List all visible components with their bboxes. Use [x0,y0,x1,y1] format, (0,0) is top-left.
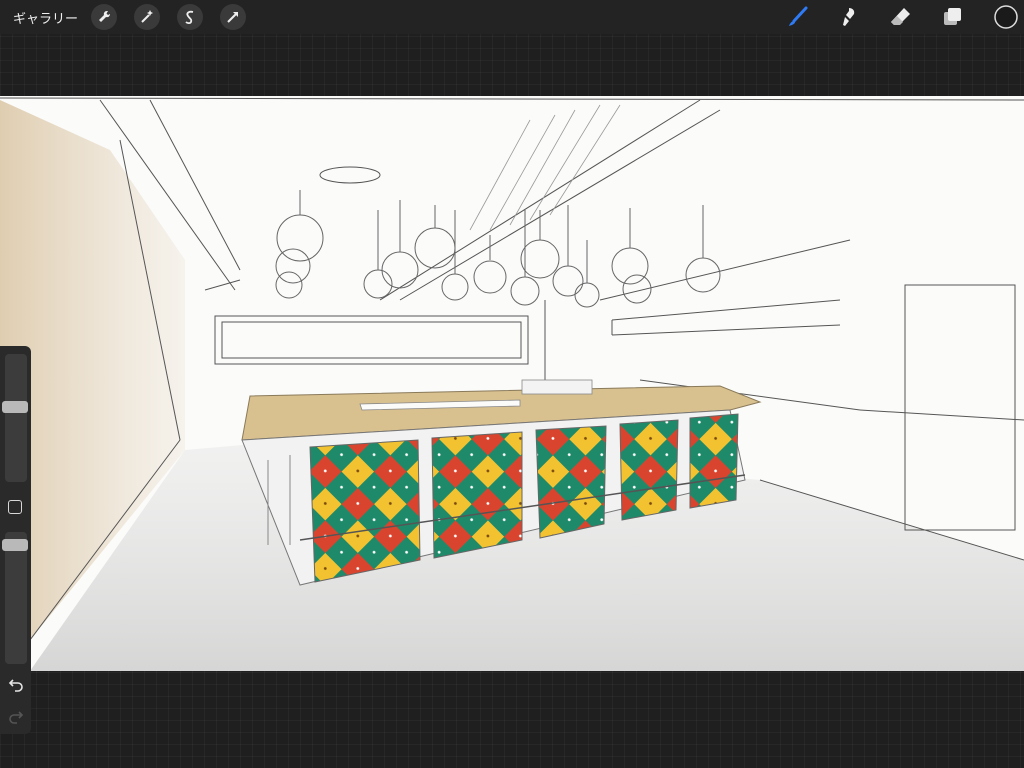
undo-icon [8,679,23,692]
top-toolbar: ギャラリー [0,0,1024,34]
tile-panel-2 [431,431,523,559]
wrench-icon[interactable] [91,4,117,30]
undo-button[interactable] [6,674,26,694]
magic-wand-icon[interactable] [134,4,160,30]
tile-panel-3 [535,425,607,539]
transform-arrow-icon[interactable] [220,4,246,30]
tile-panel-1 [309,439,421,583]
color-swatch[interactable] [992,3,1020,31]
redo-button[interactable] [6,706,26,726]
opacity-thumb[interactable] [2,539,28,551]
tile-panel-4 [619,419,679,521]
redo-icon [9,711,24,724]
drawing-canvas[interactable] [0,96,1024,671]
layers-icon[interactable] [940,4,966,30]
modify-button[interactable] [8,500,22,514]
gallery-button[interactable]: ギャラリー [13,8,78,27]
eraser-icon[interactable] [888,4,914,30]
selection-icon[interactable] [177,4,203,30]
brush-icon[interactable] [784,4,810,30]
ceiling-hatching [469,104,621,231]
left-sidebar [0,346,31,734]
opacity-slider[interactable] [5,532,27,664]
kitchen-sketch [0,97,1024,671]
brush-size-thumb[interactable] [2,401,28,413]
tile-panel-5 [689,413,739,509]
pendant-lights [275,190,721,308]
smudge-icon[interactable] [836,4,862,30]
brush-size-slider[interactable] [5,354,27,482]
